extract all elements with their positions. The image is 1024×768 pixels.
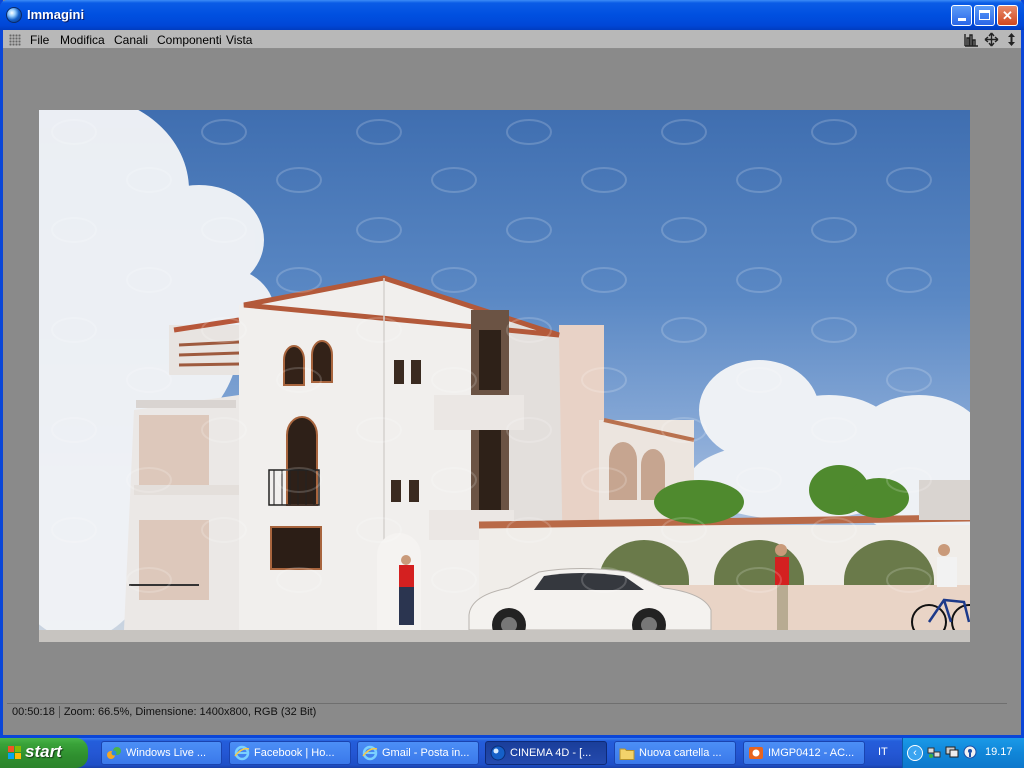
task-facebook[interactable]: Facebook | Ho... xyxy=(229,741,351,765)
task-label: Nuova cartella ... xyxy=(639,747,722,759)
windows-logo-icon xyxy=(8,746,21,759)
start-label: start xyxy=(25,742,62,761)
menu-bar: File Modifica Canali Componenti Vista xyxy=(3,30,1021,49)
cinema4d-icon xyxy=(490,745,506,761)
move-icon[interactable] xyxy=(984,32,999,47)
status-bar: 00:50:18 Zoom: 66.5%, Dimensione: 1400x80… xyxy=(7,703,1007,721)
windows-live-icon xyxy=(107,747,121,759)
system-tray: ‹ 19.17 xyxy=(902,738,1024,768)
image-viewport[interactable] xyxy=(3,50,1021,702)
task-label: IMGP0412 - AC... xyxy=(768,747,855,759)
render-time: 00:50:18 xyxy=(12,706,55,718)
task-folder[interactable]: Nuova cartella ... xyxy=(614,741,736,765)
display-icon[interactable] xyxy=(945,745,959,759)
image-viewer-window: Immagini ✕ File Modifica Canali Componen… xyxy=(0,0,1024,738)
show-hidden-icons-button[interactable]: ‹ xyxy=(907,745,923,761)
start-button[interactable]: start xyxy=(0,738,88,768)
cinema4d-icon[interactable] xyxy=(6,7,22,23)
task-label: Facebook | Ho... xyxy=(254,747,335,759)
rendered-image xyxy=(39,110,970,642)
task-cinema4d[interactable]: CINEMA 4D - [... xyxy=(485,741,607,765)
menu-componenti[interactable]: Componenti xyxy=(157,33,222,47)
menu-grip-icon[interactable] xyxy=(9,34,21,46)
status-divider xyxy=(58,706,60,719)
minimize-button[interactable] xyxy=(951,5,972,26)
menu-file[interactable]: File xyxy=(30,33,49,47)
window-title: Immagini xyxy=(27,7,85,22)
task-label: CINEMA 4D - [... xyxy=(510,747,592,759)
zoom-arrows-icon[interactable] xyxy=(1004,32,1019,47)
task-gmail[interactable]: Gmail - Posta in... xyxy=(357,741,479,765)
close-button[interactable]: ✕ xyxy=(997,5,1018,26)
internet-explorer-icon xyxy=(234,745,250,761)
task-label: Windows Live ... xyxy=(126,747,207,759)
task-label: Gmail - Posta in... xyxy=(382,747,470,759)
task-acdsee[interactable]: IMGP0412 - AC... xyxy=(743,741,865,765)
folder-icon xyxy=(619,748,635,760)
menu-vista[interactable]: Vista xyxy=(226,33,252,47)
security-icon[interactable] xyxy=(963,745,977,759)
maximize-button[interactable] xyxy=(974,5,995,26)
taskbar: start Windows Live ... Facebook | Ho... … xyxy=(0,738,1024,768)
task-windows-live[interactable]: Windows Live ... xyxy=(101,741,222,765)
view-tools xyxy=(962,32,1019,47)
menu-canali[interactable]: Canali xyxy=(114,33,148,47)
acdsee-icon xyxy=(749,747,763,759)
histogram-icon[interactable] xyxy=(964,32,979,47)
language-indicator[interactable]: IT xyxy=(878,746,888,758)
network-icon[interactable] xyxy=(927,745,941,759)
clock[interactable]: 19.17 xyxy=(985,746,1013,758)
image-info: Zoom: 66.5%, Dimensione: 1400x800, RGB (… xyxy=(63,706,317,718)
menu-modifica[interactable]: Modifica xyxy=(60,33,105,47)
internet-explorer-icon xyxy=(362,745,378,761)
title-bar[interactable]: Immagini ✕ xyxy=(0,0,1024,30)
architectural-render xyxy=(39,110,970,642)
